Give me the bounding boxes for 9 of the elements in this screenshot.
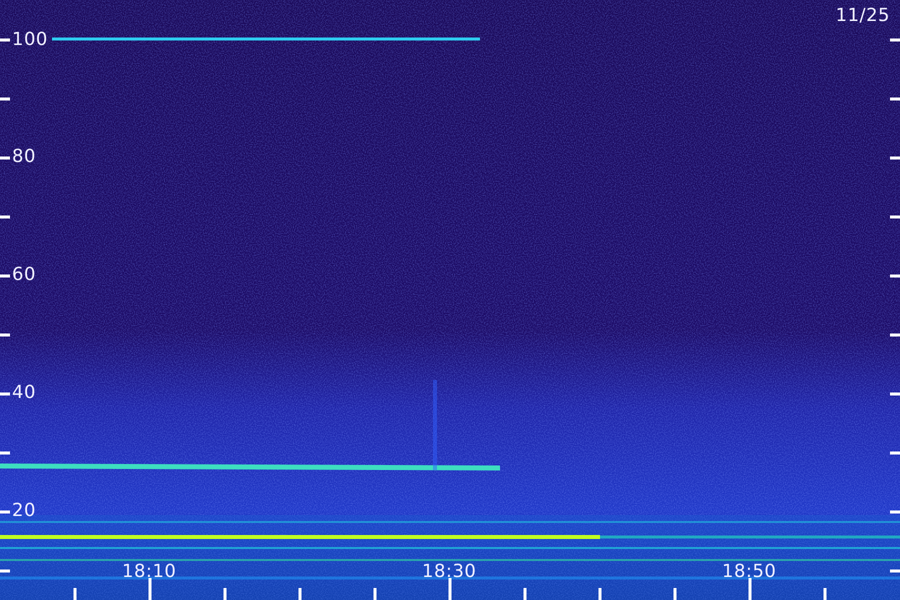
- axis-label: 100: [12, 30, 48, 50]
- time-label: 18:50: [722, 562, 776, 582]
- axis-label: 20: [12, 501, 36, 521]
- time-label: 18:30: [422, 562, 476, 582]
- axis-label: 80: [12, 147, 36, 167]
- date-label: 11/25: [836, 6, 890, 26]
- axis-label: 60: [12, 265, 36, 285]
- time-label: 18:10: [122, 562, 176, 582]
- axis-label: 40: [12, 383, 36, 403]
